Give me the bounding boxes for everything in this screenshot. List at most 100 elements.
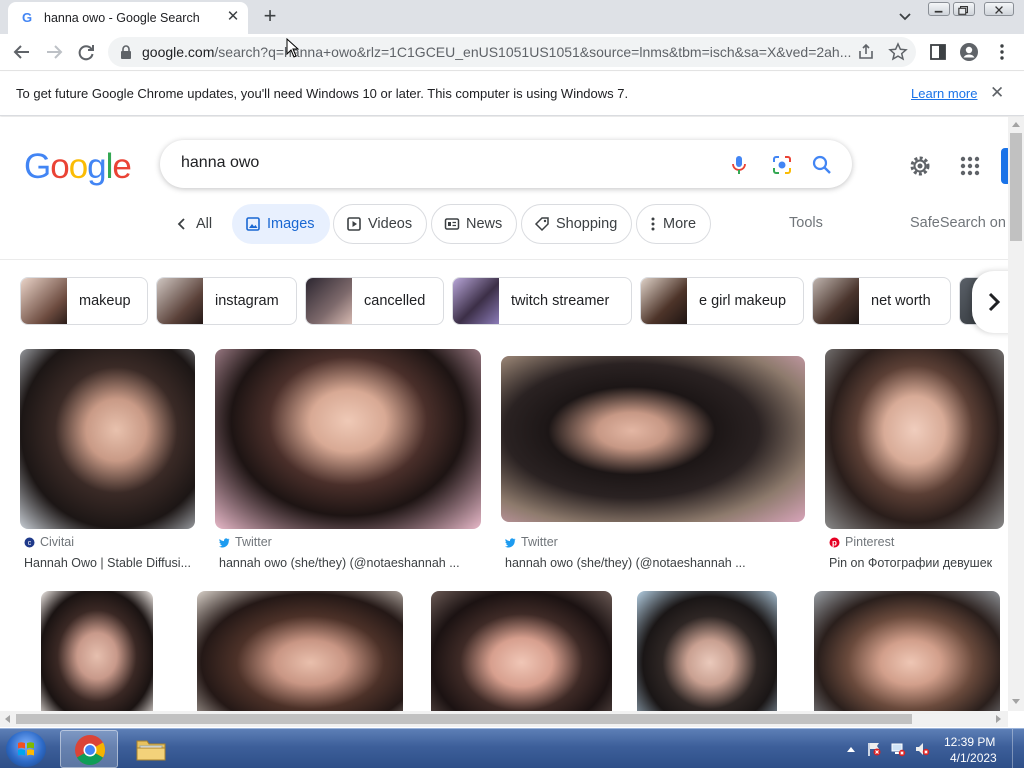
related-chip-label: net worth [871, 293, 931, 309]
vertical-scrollbar[interactable] [1008, 117, 1024, 711]
tab-all[interactable]: All [160, 204, 227, 244]
tab-search-chevron-icon[interactable] [895, 8, 915, 26]
tab-videos[interactable]: Videos [333, 204, 428, 244]
scroll-down-arrow-icon[interactable] [1012, 699, 1020, 705]
restore-window-button[interactable] [953, 2, 975, 16]
reload-icon[interactable] [73, 39, 99, 65]
related-chip-instagram[interactable]: instagram [156, 277, 297, 325]
horizontal-scroll-thumb[interactable] [16, 714, 912, 724]
search-input[interactable]: hanna owo [181, 154, 259, 172]
new-tab-button[interactable]: + [258, 5, 282, 29]
close-tab-icon[interactable]: ✕ [224, 8, 242, 26]
chip-thumbnail [306, 278, 352, 324]
google-logo[interactable]: Google [24, 147, 132, 187]
taskbar-explorer-button[interactable] [122, 730, 180, 768]
share-icon[interactable] [856, 42, 876, 62]
image-result[interactable] [825, 349, 1004, 529]
mouse-cursor-icon [286, 38, 300, 58]
show-hidden-icons-icon[interactable] [846, 745, 856, 753]
minimize-window-button[interactable] [928, 2, 950, 16]
pinterest-logo-icon: p [829, 537, 840, 547]
side-panel-icon[interactable] [928, 42, 948, 62]
browser-toolbar: google.com/search?q=hanna+owo&rlz=1C1GCE… [0, 34, 1024, 71]
chip-thumbnail [21, 278, 67, 324]
result-caption[interactable]: Pin on Фотографии девушек [829, 556, 992, 570]
tab-news[interactable]: News [431, 204, 518, 244]
svg-text:c: c [28, 540, 32, 547]
result-source-label: Twitter [235, 535, 272, 549]
image-result[interactable] [637, 591, 777, 711]
lock-icon[interactable] [120, 45, 132, 59]
infobar-message: To get future Google Chrome updates, you… [16, 86, 629, 101]
scroll-right-arrow-icon[interactable] [996, 715, 1002, 723]
related-chip-cancelled[interactable]: cancelled [305, 277, 444, 325]
result-source[interactable]: Twitter [219, 535, 272, 549]
address-bar[interactable]: google.com/search?q=hanna+owo&rlz=1C1GCE… [108, 37, 916, 67]
result-source[interactable]: Twitter [505, 535, 558, 549]
result-caption[interactable]: hannah owo (she/they) (@notaeshannah ... [219, 556, 460, 570]
close-window-button[interactable] [984, 2, 1014, 16]
result-source[interactable]: c Civitai [24, 535, 74, 549]
image-result[interactable] [814, 591, 1000, 711]
taskbar-chrome-button[interactable] [60, 730, 118, 768]
chip-thumbnail [813, 278, 859, 324]
lens-camera-icon[interactable] [770, 153, 794, 177]
voice-search-mic-icon[interactable] [727, 153, 751, 177]
scroll-left-arrow-icon[interactable] [4, 715, 10, 723]
image-result[interactable] [20, 349, 195, 529]
google-apps-grid-icon[interactable] [958, 154, 982, 178]
google-results-page: Google hanna owo All Images Videos News … [0, 117, 1008, 711]
tab-more-label: More [663, 216, 697, 232]
safesearch-button[interactable]: SafeSearch on [910, 215, 1006, 231]
related-chip-net-worth[interactable]: net worth [812, 277, 951, 325]
related-chip-e-girl-makeup[interactable]: e girl makeup [640, 277, 804, 325]
settings-gear-icon[interactable] [908, 154, 932, 178]
tab-videos-label: Videos [368, 216, 413, 232]
account-button[interactable] [1001, 148, 1008, 184]
image-result[interactable] [197, 591, 403, 711]
search-box[interactable]: hanna owo [160, 140, 852, 188]
profile-avatar-icon[interactable] [959, 42, 979, 62]
newspaper-icon [444, 218, 460, 230]
result-caption[interactable]: Hannah Owo | Stable Diffusi... [24, 556, 191, 570]
scroll-up-arrow-icon[interactable] [1012, 121, 1020, 127]
result-caption[interactable]: hannah owo (she/they) (@notaeshannah ... [505, 556, 746, 570]
tab-more[interactable]: More [636, 204, 712, 244]
related-chip-label: e girl makeup [699, 293, 787, 309]
related-chip-makeup[interactable]: makeup [20, 277, 148, 325]
forward-arrow-icon[interactable] [41, 39, 67, 65]
back-arrow-icon[interactable] [9, 39, 35, 65]
image-result[interactable] [501, 356, 805, 522]
network-icon[interactable] [890, 741, 906, 757]
tools-button[interactable]: Tools [789, 215, 823, 231]
clock-date[interactable]: 4/1/2023 [950, 751, 997, 765]
learn-more-link[interactable]: Learn more [911, 86, 977, 101]
show-desktop-button[interactable] [1012, 729, 1024, 769]
related-chip-label: cancelled [364, 293, 426, 309]
chip-thumbnail [453, 278, 499, 324]
tab-images[interactable]: Images [232, 204, 330, 244]
volume-muted-icon[interactable] [914, 741, 930, 757]
clock-time[interactable]: 12:39 PM [944, 735, 995, 749]
action-center-flag-icon[interactable] [866, 741, 882, 757]
related-next-button[interactable] [972, 271, 1008, 333]
url-path: /search?q=hanna+owo&rlz=1C1GCEU_enUS1051… [214, 44, 852, 60]
close-infobar-icon[interactable]: ✕ [990, 83, 1004, 103]
start-button[interactable] [6, 731, 46, 767]
result-source[interactable]: p Pinterest [829, 535, 894, 549]
price-tag-icon [534, 217, 549, 232]
tab-shopping[interactable]: Shopping [521, 204, 633, 244]
vertical-scroll-thumb[interactable] [1010, 133, 1022, 241]
related-chip-twitch-streamer[interactable]: twitch streamer [452, 277, 632, 325]
horizontal-scrollbar[interactable] [0, 711, 1008, 727]
image-result[interactable] [215, 349, 481, 529]
search-magnifier-icon[interactable] [810, 153, 834, 177]
url-text[interactable]: google.com/search?q=hanna+owo&rlz=1C1GCE… [142, 44, 852, 60]
bookmark-star-icon[interactable] [888, 42, 908, 62]
menu-dots-icon[interactable] [992, 42, 1012, 62]
folder-icon [136, 740, 166, 761]
image-result[interactable] [431, 591, 612, 711]
header-divider [0, 259, 1008, 260]
browser-tab[interactable]: G hanna owo - Google Search ✕ [8, 2, 248, 34]
image-result[interactable] [41, 591, 153, 711]
